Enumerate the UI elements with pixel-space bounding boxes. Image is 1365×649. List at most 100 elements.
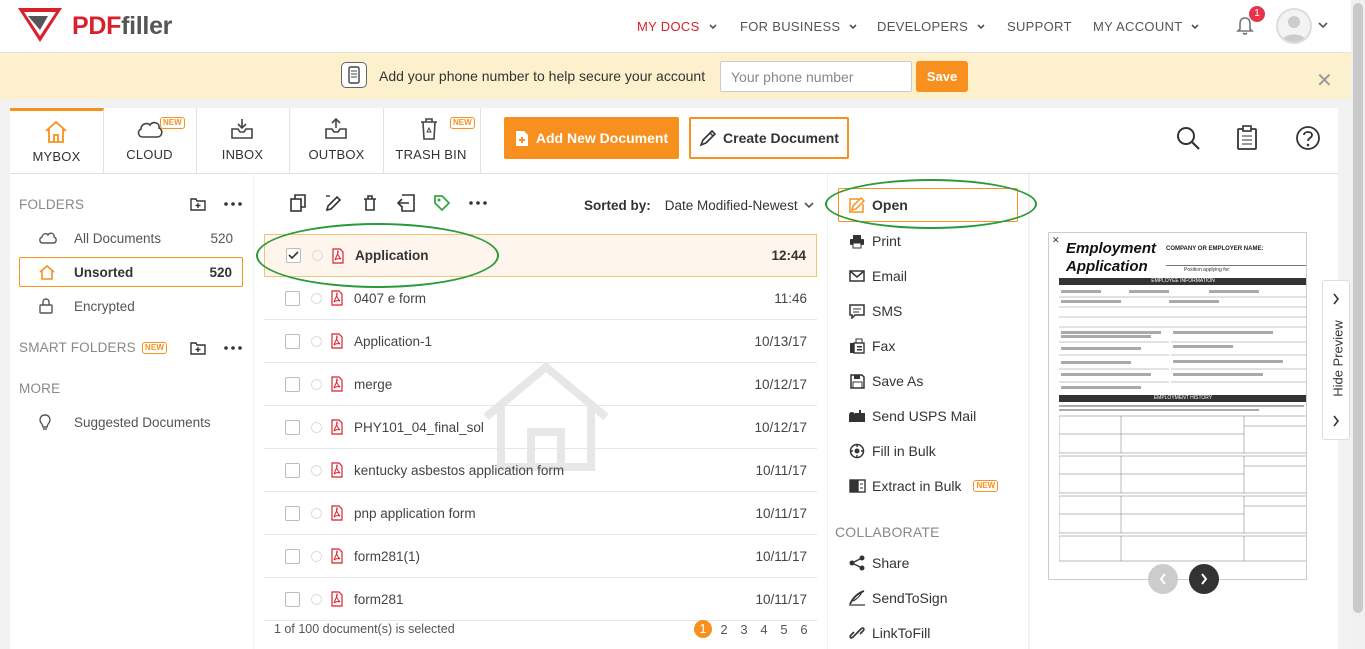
action-sms[interactable]: SMS xyxy=(848,303,902,319)
row-checkbox[interactable] xyxy=(285,419,300,435)
add-new-document-button[interactable]: Add New Document xyxy=(504,117,679,159)
row-checkbox[interactable] xyxy=(285,333,300,349)
home-icon xyxy=(45,120,67,143)
table-row[interactable]: Application-1 10/13/17 xyxy=(264,320,817,363)
fax-icon xyxy=(848,338,866,354)
action-link-to-fill[interactable]: LinkToFill xyxy=(848,625,930,641)
row-checkbox[interactable] xyxy=(285,376,300,392)
table-row[interactable]: merge 10/12/17 xyxy=(264,363,817,406)
preview-prev-button[interactable] xyxy=(1148,564,1178,594)
search-icon[interactable] xyxy=(1175,125,1201,151)
action-email[interactable]: Email xyxy=(848,268,907,284)
row-checkbox[interactable] xyxy=(285,548,300,564)
chevron-down-icon[interactable] xyxy=(1318,22,1328,29)
extract-icon xyxy=(848,479,866,493)
action-send-to-sign[interactable]: SendToSign xyxy=(848,590,948,606)
hide-preview-toggle[interactable]: Hide Preview xyxy=(1322,280,1350,440)
phone-input[interactable] xyxy=(720,61,912,92)
tab-cloud[interactable]: NEW CLOUD xyxy=(103,108,197,173)
action-label: Save As xyxy=(872,373,924,389)
action-save-as[interactable]: Save As xyxy=(848,373,923,389)
row-checkbox[interactable] xyxy=(285,591,300,607)
nav-my-account[interactable]: MY ACCOUNT xyxy=(1093,19,1200,34)
table-row[interactable]: pnp application form 10/11/17 xyxy=(264,492,817,535)
action-fax[interactable]: Fax xyxy=(848,338,895,354)
tag-icon[interactable] xyxy=(424,194,460,212)
nav-for-business[interactable]: FOR BUSINESS xyxy=(740,19,857,34)
row-checkbox[interactable] xyxy=(285,290,300,306)
copy-icon[interactable] xyxy=(280,194,316,212)
scrollbar-thumb[interactable] xyxy=(1353,3,1363,613)
page-scrollbar[interactable] xyxy=(1351,0,1365,649)
document-date: 10/11/17 xyxy=(755,591,807,607)
table-row[interactable]: PHY101_04_final_sol 10/12/17 xyxy=(264,406,817,449)
logo[interactable]: PDFfiller xyxy=(18,8,172,44)
more-icon[interactable] xyxy=(460,201,496,205)
more-icon[interactable] xyxy=(224,346,242,350)
more-icon[interactable] xyxy=(224,202,242,206)
action-share[interactable]: Share xyxy=(848,555,909,571)
close-icon[interactable]: ✕ xyxy=(1316,68,1333,93)
folders-heading: FOLDERS xyxy=(19,197,85,212)
sort-label: Sorted by: xyxy=(584,198,651,213)
document-name: Application-1 xyxy=(354,333,433,349)
edit-icon[interactable] xyxy=(316,194,352,212)
chevron-right-icon xyxy=(1333,415,1340,427)
row-checkbox[interactable] xyxy=(285,462,300,478)
annotation-circle xyxy=(825,179,1037,229)
sidebar-item-encrypted[interactable]: Encrypted xyxy=(19,291,243,321)
preview-title-line: Employment xyxy=(1066,240,1157,257)
selection-status: 1 of 100 document(s) is selected xyxy=(274,622,455,636)
tab-trash-bin[interactable]: NEW TRASH BIN xyxy=(384,108,478,173)
nav-developers[interactable]: DEVELOPERS xyxy=(877,19,985,34)
table-row[interactable]: kentucky asbestos application form 10/11/… xyxy=(264,449,817,492)
sort-value: Date Modified-Newest xyxy=(664,198,798,213)
action-fill-in-bulk[interactable]: Fill in Bulk xyxy=(848,443,936,459)
nav-my-docs[interactable]: MY DOCS xyxy=(637,19,717,34)
nav-support[interactable]: SUPPORT xyxy=(1007,19,1072,34)
page-1[interactable]: 1 xyxy=(694,620,712,638)
tab-inbox[interactable]: INBOX xyxy=(196,108,290,173)
page-2[interactable]: 2 xyxy=(714,622,734,637)
sidebar-item-suggested-documents[interactable]: Suggested Documents xyxy=(19,407,243,437)
help-icon[interactable] xyxy=(1295,125,1321,151)
pen-icon xyxy=(699,129,717,147)
chevron-right-icon xyxy=(1201,573,1208,585)
phone-icon xyxy=(341,62,367,88)
sidebar-item-unsorted[interactable]: Unsorted 520 xyxy=(19,257,243,287)
tab-outbox[interactable]: OUTBOX xyxy=(290,108,384,173)
preview-company-label: COMPANY OR EMPLOYER NAME: xyxy=(1166,246,1264,252)
page-4[interactable]: 4 xyxy=(754,622,774,637)
document-date: 10/11/17 xyxy=(755,505,807,521)
table-row[interactable]: form281(1) 10/11/17 xyxy=(264,535,817,578)
action-print[interactable]: Print xyxy=(848,233,901,249)
add-folder-icon[interactable] xyxy=(190,341,206,355)
action-extract-in-bulk[interactable]: Extract in Bulk NEW xyxy=(848,478,999,494)
smart-folders-heading: SMART FOLDERS NEW xyxy=(19,340,168,355)
top-navigation: PDFfiller MY DOCS FOR BUSINESS DEVELOPER… xyxy=(0,0,1365,53)
preview-panel: ✕ Employment Application COMPANY OR EMPL… xyxy=(1030,174,1338,649)
move-icon[interactable] xyxy=(388,194,424,212)
action-send-usps-mail[interactable]: Send USPS Mail xyxy=(848,408,976,424)
avatar[interactable] xyxy=(1276,8,1312,44)
tab-mybox[interactable]: MYBOX xyxy=(10,108,104,173)
page-3[interactable]: 3 xyxy=(734,622,754,637)
close-icon[interactable]: ✕ xyxy=(1052,235,1060,246)
document-date: 11:46 xyxy=(774,290,807,306)
page-6[interactable]: 6 xyxy=(794,622,814,637)
phone-save-button[interactable]: Save xyxy=(916,61,968,92)
new-badge: NEW xyxy=(973,480,999,492)
document-preview[interactable]: ✕ Employment Application COMPANY OR EMPL… xyxy=(1048,232,1307,580)
clipboard-icon[interactable] xyxy=(1236,125,1258,151)
sort-dropdown[interactable]: Sorted by: Date Modified-Newest xyxy=(584,198,814,213)
preview-next-button[interactable] xyxy=(1189,564,1219,594)
trash-icon[interactable] xyxy=(352,195,388,211)
pdf-icon xyxy=(330,290,344,306)
save-icon xyxy=(848,373,866,389)
add-folder-icon[interactable] xyxy=(190,197,206,211)
create-document-button[interactable]: Create Document xyxy=(689,117,849,159)
row-checkbox[interactable] xyxy=(285,505,300,521)
table-row[interactable]: form281 10/11/17 xyxy=(264,578,817,621)
page-5[interactable]: 5 xyxy=(774,622,794,637)
sidebar-item-all-documents[interactable]: All Documents 520 xyxy=(19,223,243,253)
